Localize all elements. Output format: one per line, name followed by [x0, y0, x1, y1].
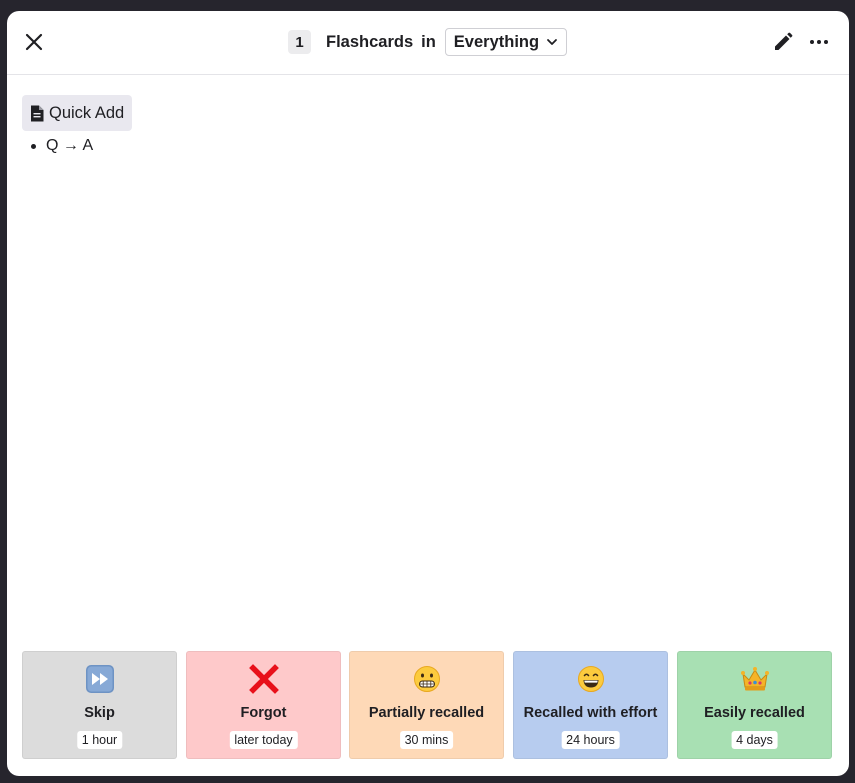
grinning-face-icon [514, 664, 667, 694]
scope-dropdown-value: Everything [453, 32, 540, 51]
recalled-with-effort-interval: 24 hours [561, 731, 620, 749]
document-icon [31, 105, 44, 121]
modal-header: 1 Flashcards in Everything [7, 11, 849, 75]
partially-recalled-button[interactable]: Partially recalled 30 mins [349, 651, 504, 759]
partially-recalled-label: Partially recalled [368, 705, 485, 721]
chevron-down-icon [547, 39, 557, 45]
easily-recalled-interval: 4 days [731, 731, 778, 749]
rating-buttons: Skip 1 hour Forgot later today Partially… [22, 651, 833, 759]
forgot-interval: later today [229, 731, 298, 749]
partially-recalled-interval: 30 mins [399, 731, 454, 749]
skip-button[interactable]: Skip 1 hour [22, 651, 177, 759]
card-count-badge: 1 [288, 30, 311, 54]
flashcards-modal: 1 Flashcards in Everything Quick Add Q →… [7, 11, 849, 776]
fast-forward-icon [23, 664, 176, 694]
skip-label: Skip [84, 705, 115, 721]
page-title: Flashcards [326, 32, 414, 51]
pencil-icon[interactable] [771, 30, 795, 54]
header-title-group: 1 Flashcards in Everything [288, 27, 568, 57]
grimacing-face-icon [350, 664, 503, 694]
more-horizontal-icon[interactable] [807, 30, 831, 54]
scope-dropdown[interactable]: Everything [444, 28, 568, 56]
skip-interval: 1 hour [76, 731, 123, 749]
flashcard-text: Q → A [46, 137, 94, 154]
list-item[interactable]: Q → A [31, 137, 93, 155]
in-label: in [421, 32, 436, 51]
recalled-with-effort-label: Recalled with effort [523, 705, 658, 721]
quick-add-label: Quick Add [49, 103, 125, 122]
quick-add-button[interactable]: Quick Add [22, 95, 132, 131]
crown-icon [678, 664, 831, 694]
forgot-button[interactable]: Forgot later today [186, 651, 341, 759]
forgot-label: Forgot [240, 705, 287, 721]
easily-recalled-label: Easily recalled [704, 705, 805, 721]
cross-mark-icon [187, 664, 340, 694]
close-icon[interactable] [22, 30, 46, 54]
bullet-icon [31, 143, 36, 149]
easily-recalled-button[interactable]: Easily recalled 4 days [677, 651, 832, 759]
recalled-with-effort-button[interactable]: Recalled with effort 24 hours [513, 651, 668, 759]
